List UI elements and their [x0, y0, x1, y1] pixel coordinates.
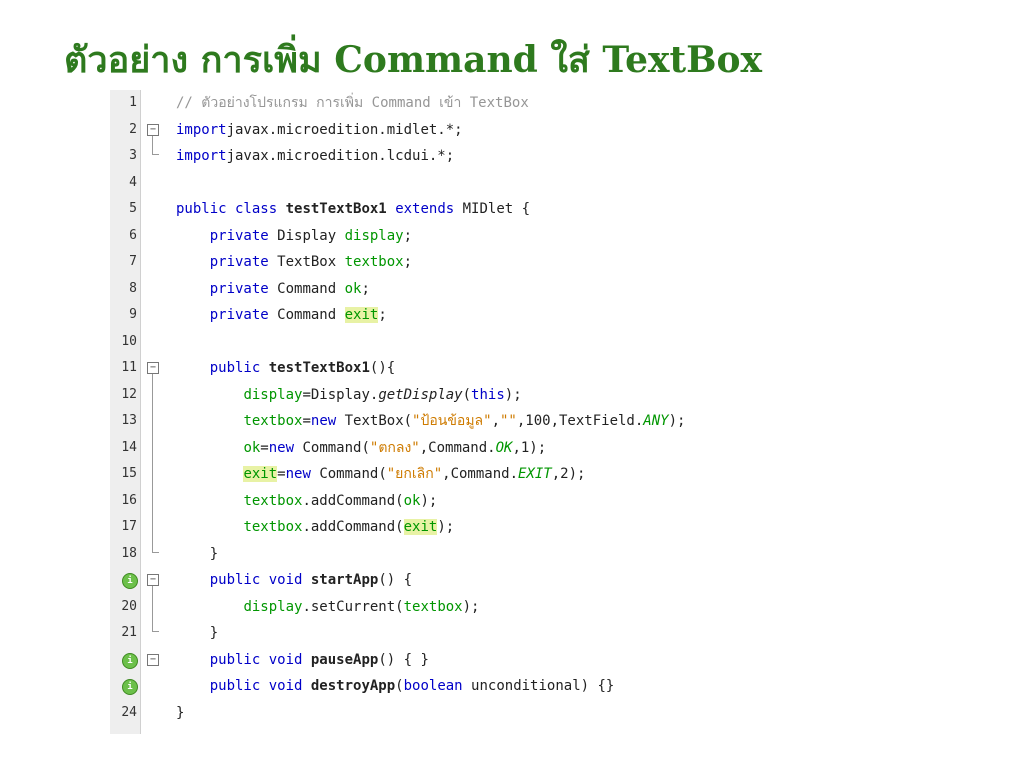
line-number: 12 [121, 386, 137, 402]
code-line: 7 private TextBox textbox; [110, 249, 900, 276]
code-line: 15 exit=new Command("ยกเลิก",Command.EXI… [110, 461, 900, 488]
code-line: i − public void pauseApp() { } [110, 647, 900, 674]
line-number: 2 [129, 121, 137, 137]
code-line: 2− importjavax.microedition.midlet.*; [110, 117, 900, 144]
code-text: public testTextBox1(){ [209, 360, 396, 376]
code-text: } [176, 704, 185, 721]
line-number: 10 [121, 333, 137, 349]
code-line: 5 public class testTextBox1 extends MIDle… [110, 196, 900, 223]
code-line: 20 display.setCurrent(textbox); [110, 594, 900, 621]
code-text: // ตัวอย่างโปรแกรม การเพิ่ม Command เข้า… [176, 95, 529, 111]
code-text: } [176, 625, 219, 641]
code-line: i − public void startApp() { [110, 567, 900, 594]
code-line: i public void destroyApp(boolean uncondi… [110, 673, 900, 700]
line-number: 24 [121, 704, 137, 720]
line-number: 8 [129, 280, 137, 296]
line-number: 1 [129, 95, 137, 110]
override-method-icon[interactable]: i [122, 573, 138, 589]
line-number: 6 [129, 227, 137, 243]
fold-guide-end [152, 143, 159, 155]
code-text: private Command exit; [209, 307, 387, 323]
code-text: public void pauseApp() { } [209, 651, 429, 668]
line-number: 7 [129, 254, 137, 269]
override-method-icon[interactable]: i [122, 652, 138, 669]
fold-guide-end [152, 540, 159, 553]
code-text: private Command ok; [209, 280, 370, 297]
code-text: display.setCurrent(textbox); [243, 598, 480, 615]
code-line: 4 [110, 170, 900, 197]
code-line: 21 } [110, 620, 900, 647]
code-text: public void destroyApp(boolean unconditi… [209, 678, 615, 694]
line-number: 5 [129, 201, 137, 216]
fold-guide-end [152, 620, 159, 632]
line-number: 11 [121, 360, 137, 375]
line-number: 14 [121, 439, 137, 455]
code-text: importjavax.microedition.midlet.*; [176, 121, 463, 138]
code-line: 12 display=Display.getDisplay(this); [110, 382, 900, 409]
code-text: importjavax.microedition.lcdui.*; [176, 148, 455, 164]
slide-title: ตัวอย่าง การเพิ่ม Command ใส่ TextBox [64, 39, 762, 81]
code-text: display=Display.getDisplay(this); [243, 386, 522, 403]
code-line: 13 textbox=new TextBox("ป้อนข้อมูล","",1… [110, 408, 900, 435]
code-text: public class testTextBox1 extends MIDlet… [176, 201, 531, 217]
code-text: textbox.addCommand(exit); [243, 519, 455, 535]
code-text: private TextBox textbox; [209, 254, 413, 270]
code-text: textbox.addCommand(ok); [243, 492, 438, 509]
code-line: 10 [110, 329, 900, 356]
code-line: 3 importjavax.microedition.lcdui.*; [110, 143, 900, 170]
code-line: 17 textbox.addCommand(exit); [110, 514, 900, 541]
fold-toggle-icon[interactable]: − [147, 574, 159, 586]
code-line: 8 private Command ok; [110, 276, 900, 303]
code-text: public void startApp() { [209, 572, 413, 588]
line-number: 18 [121, 545, 137, 561]
line-number: 13 [121, 413, 137, 428]
line-number: 17 [121, 519, 137, 534]
code-line: 18 } [110, 541, 900, 568]
code-line: 9 private Command exit; [110, 302, 900, 329]
line-number: 9 [129, 307, 137, 322]
fold-toggle-icon[interactable]: − [147, 362, 159, 374]
code-line: 14 ok=new Command("ตกลง",Command.OK,1); [110, 435, 900, 462]
code-line: 16 textbox.addCommand(ok); [110, 488, 900, 515]
override-method-icon[interactable]: i [122, 679, 138, 695]
code-text: textbox=new TextBox("ป้อนข้อมูล","",100,… [243, 413, 686, 429]
line-number: 3 [129, 148, 137, 163]
line-number: 4 [129, 174, 137, 190]
line-number: 16 [121, 492, 137, 508]
code-editor: 1 // ตัวอย่างโปรแกรม การเพิ่ม Command เข้… [110, 90, 900, 734]
code-line: 6 private Display display; [110, 223, 900, 250]
code-text: } [176, 545, 219, 562]
code-line: 1 // ตัวอย่างโปรแกรม การเพิ่ม Command เข้… [110, 90, 900, 117]
line-number: 20 [121, 598, 137, 614]
code-text: exit=new Command("ยกเลิก",Command.EXIT,2… [243, 466, 586, 482]
fold-guide [152, 374, 153, 552]
fold-toggle-icon[interactable]: − [147, 653, 159, 666]
code-text: private Display display; [209, 227, 413, 244]
code-text: ok=new Command("ตกลง",Command.OK,1); [243, 439, 547, 456]
line-number: 21 [121, 625, 137, 640]
line-number: 15 [121, 466, 137, 481]
fold-toggle-icon[interactable]: − [147, 123, 159, 136]
code-line: 11− public testTextBox1(){ [110, 355, 900, 382]
code-line: 24} [110, 700, 900, 727]
